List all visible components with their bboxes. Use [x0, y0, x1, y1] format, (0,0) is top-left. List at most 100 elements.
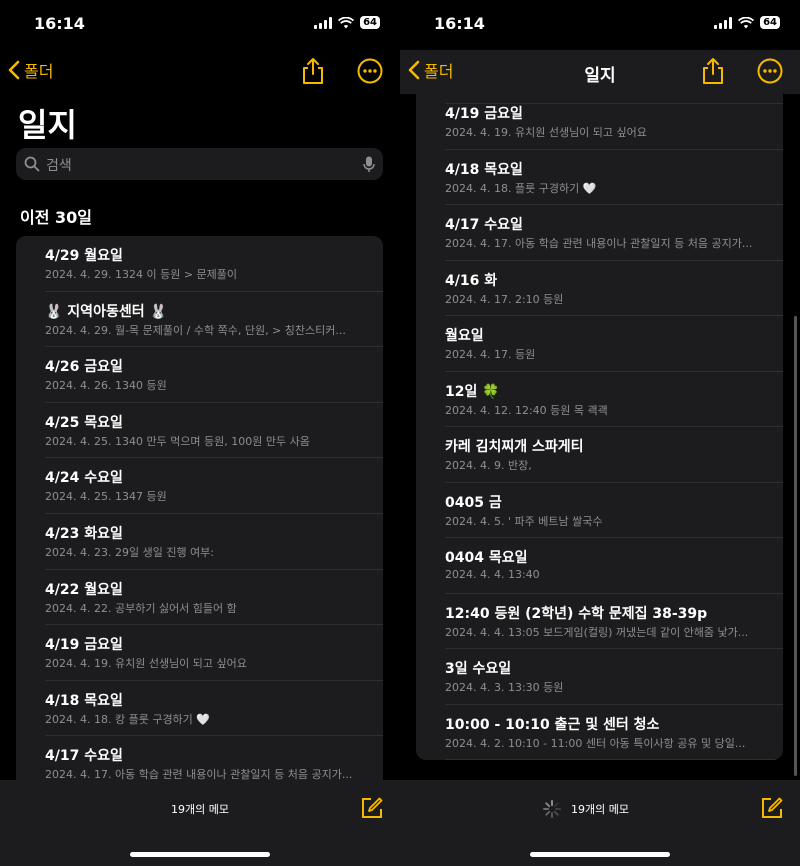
note-meta: 2024. 4. 18. 캉 플룻 구경하기 🤍: [45, 712, 210, 726]
notes-list-screen-right: 16:14 64 폴더 일지 4/19 금요일 2024. 4. 19. 유치원 …: [400, 0, 800, 866]
note-list-item[interactable]: 4/22 월요일 2024. 4. 22. 공부하기 싫어서 힘들어 함: [45, 570, 383, 626]
note-list-item[interactable]: 카레 김치찌개 스파게티 2024. 4. 9. 반장,: [445, 427, 783, 483]
back-label: 폴더: [24, 62, 54, 81]
scrollbar[interactable]: [794, 316, 797, 776]
note-title: 4/19 금요일: [445, 106, 523, 122]
navigation-bar: 폴더: [0, 50, 400, 94]
note-list-item[interactable]: 0404 목요일 2024. 4. 4. 13:40: [445, 538, 783, 594]
share-icon[interactable]: [300, 56, 326, 86]
note-title: 🐰 지역아동센터 🐰: [45, 303, 167, 320]
note-meta: 2024. 4. 23. 29일 생일 진행 여부:: [45, 545, 215, 559]
note-title: 4/23 화요일: [45, 525, 123, 542]
note-list-item[interactable]: 🐰 지역아동센터 🐰 2024. 4. 29. 월-목 문제풀이 / 수학 쪽수,…: [45, 292, 383, 348]
note-title: 4/29 월요일: [45, 248, 123, 264]
note-count: 19개의 메모: [571, 803, 629, 816]
note-list-item[interactable]: 12일 🍀 2024. 4. 12. 12:40 등원 목 괙괙: [445, 372, 783, 427]
note-title: 0405 금: [445, 494, 502, 511]
note-meta: 2024. 4. 25. 1340 만두 먹으며 등원, 100원 만두 사옴: [45, 434, 310, 448]
note-meta: 2024. 4. 25. 1347 등원: [45, 490, 167, 504]
note-list-item[interactable]: 4/19 금요일 2024. 4. 19. 유치원 선생님이 되고 싶어요: [45, 625, 383, 681]
note-meta: 2024. 4. 29. 월-목 문제풀이 / 수학 쪽수, 단원, > 칭찬스…: [45, 323, 346, 337]
status-icons: 64: [314, 16, 380, 29]
note-title: 4/16 화: [445, 272, 498, 289]
status-bar: 16:14 64: [400, 0, 800, 50]
note-title: 4/18 목요일: [45, 692, 123, 709]
note-title: 3일 수요일: [445, 661, 512, 677]
note-meta: 2024. 4. 17. 등원: [445, 348, 536, 361]
wifi-icon: [738, 16, 755, 28]
wifi-icon: [338, 16, 355, 28]
note-title: 월요일: [445, 328, 484, 344]
note-meta: 2024. 4. 4. 13:40: [445, 568, 540, 581]
share-icon[interactable]: [700, 56, 726, 86]
note-list-item[interactable]: 10:00 - 10:10 출근 및 센터 청소 2024. 4. 2. 10:1…: [445, 705, 783, 760]
note-meta: 2024. 4. 2. 10:10 - 11:00 센터 아동 특이사항 공유 …: [445, 736, 746, 750]
cellular-signal-icon: [714, 16, 733, 29]
note-list-item[interactable]: 4/24 수요일 2024. 4. 25. 1347 등원: [45, 458, 383, 514]
note-list-item[interactable]: 3일 수요일 2024. 4. 3. 13:30 등원: [445, 649, 783, 705]
status-time: 16:14: [34, 14, 85, 33]
chevron-left-icon: [8, 60, 20, 80]
note-list-item[interactable]: 4/17 수요일 2024. 4. 17. 아동 학습 관련 내용이나 관찰일지 …: [445, 205, 783, 261]
note-title: 10:00 - 10:10 출근 및 센터 청소: [445, 716, 660, 733]
search-placeholder: 검색: [46, 158, 72, 174]
home-indicator: [130, 852, 270, 857]
note-meta: 2024. 4. 22. 공부하기 싫어서 힘들어 함: [45, 601, 237, 615]
battery-icon: 64: [360, 16, 380, 29]
note-meta: 2024. 4. 4. 13:05 보드게임(컬링) 꺼냈는데 같이 안해줌 낯…: [445, 625, 749, 639]
home-indicator: [530, 852, 670, 857]
divider: [445, 103, 783, 104]
note-list-item[interactable]: 12:40 등원 (2학년) 수학 문제집 38-39p 2024. 4. 4. …: [445, 594, 783, 649]
compose-icon[interactable]: [760, 796, 784, 820]
note-meta: 2024. 4. 5. ' 파주 베트남 쌀국수: [445, 514, 603, 528]
nav-title: 일지: [584, 66, 616, 86]
note-meta: 2024. 4. 18. 플룻 구경하기 🤍: [445, 181, 597, 195]
note-title: 4/19 금요일: [45, 637, 123, 654]
note-meta: 2024. 4. 9. 반장,: [445, 459, 532, 472]
notes-list: 4/19 금요일 2024. 4. 19. 유치원 선생님이 되고 싶어요 4/18…: [416, 94, 783, 760]
note-meta: 2024. 4. 29. 1324 이 등원 > 문제풀이: [45, 268, 238, 281]
note-title: 4/25 목요일: [45, 414, 123, 431]
note-list-item[interactable]: 4/26 금요일 2024. 4. 26. 1340 등원: [45, 347, 383, 403]
note-meta: 2024. 4. 19. 유치원 선생님이 되고 싶어요: [445, 126, 647, 139]
microphone-icon[interactable]: [363, 156, 375, 173]
back-button[interactable]: 폴더: [8, 58, 53, 82]
note-list-item[interactable]: 4/16 화 2024. 4. 17. 2:10 등원: [445, 261, 783, 316]
cellular-signal-icon: [314, 16, 333, 29]
note-title: 4/24 수요일: [45, 470, 123, 487]
page-title: 일지: [18, 106, 77, 144]
compose-icon[interactable]: [360, 796, 384, 820]
note-list-item[interactable]: 월요일 2024. 4. 17. 등원: [445, 316, 783, 372]
section-header: 이전 30일: [20, 208, 92, 227]
more-options-icon[interactable]: [757, 58, 783, 84]
note-title: 4/18 목요일: [445, 161, 523, 178]
note-list-item[interactable]: 4/18 목요일 2024. 4. 18. 플룻 구경하기 🤍: [445, 150, 783, 205]
status-bar: 16:14 64: [0, 0, 400, 50]
note-title: 4/17 수요일: [45, 748, 123, 765]
note-list-item[interactable]: 4/25 목요일 2024. 4. 25. 1340 만두 먹으며 등원, 100…: [45, 403, 383, 459]
note-title: 12:40 등원 (2학년) 수학 문제집 38-39p: [445, 605, 708, 622]
search-field[interactable]: 검색: [16, 148, 383, 180]
note-list-item[interactable]: 0405 금 2024. 4. 5. ' 파주 베트남 쌀국수: [445, 483, 783, 538]
note-count: 19개의 메모: [171, 803, 229, 816]
note-title: 4/17 수요일: [445, 217, 523, 233]
note-title: 카레 김치찌개 스파게티: [445, 439, 584, 455]
status-icons: 64: [714, 16, 780, 29]
note-meta: 2024. 4. 3. 13:30 등원: [445, 681, 564, 694]
more-options-icon[interactable]: [357, 58, 383, 84]
note-meta: 2024. 4. 17. 2:10 등원: [445, 292, 564, 306]
note-title: 0404 목요일: [445, 550, 528, 566]
note-list-item[interactable]: 4/23 화요일 2024. 4. 23. 29일 생일 진행 여부:: [45, 514, 383, 570]
note-meta: 2024. 4. 19. 유치원 선생님이 되고 싶어요: [45, 657, 247, 671]
note-meta: 2024. 4. 12. 12:40 등원 목 괙괙: [445, 403, 608, 417]
notes-list: 4/29 월요일 2024. 4. 29. 1324 이 등원 > 문제풀이 🐰 지…: [16, 236, 383, 796]
note-list-item[interactable]: 4/29 월요일 2024. 4. 29. 1324 이 등원 > 문제풀이: [45, 236, 383, 292]
battery-icon: 64: [760, 16, 780, 29]
notes-list-screen-left: 16:14 64 폴더 일지 검색 이전 30일 4/29 월요일 2024. 4…: [0, 0, 400, 866]
note-title: 4/26 금요일: [45, 359, 123, 376]
note-title: 4/22 월요일: [45, 581, 123, 598]
note-title: 12일 🍀: [445, 383, 500, 400]
navigation-bar: 폴더 일지: [400, 50, 800, 94]
note-list-item[interactable]: 4/18 목요일 2024. 4. 18. 캉 플룻 구경하기 🤍: [45, 681, 383, 737]
note-meta: 2024. 4. 17. 아동 학습 관련 내용이나 관찰일지 등 처음 공지가…: [445, 237, 753, 250]
